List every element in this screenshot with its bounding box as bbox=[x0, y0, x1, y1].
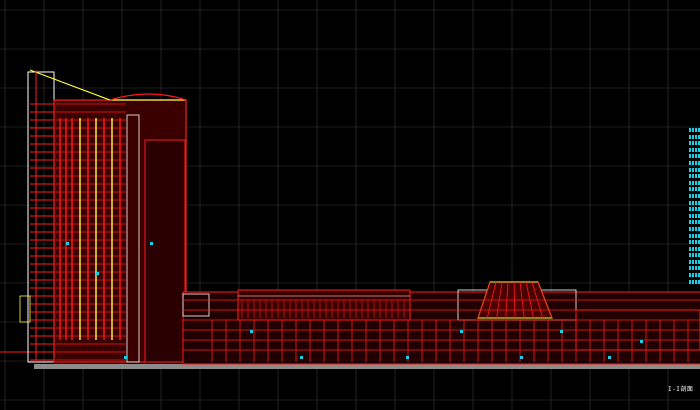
legend-row bbox=[689, 273, 700, 278]
legend-row bbox=[689, 128, 700, 132]
legend-row bbox=[689, 279, 700, 284]
legend-row bbox=[689, 240, 700, 245]
annotation-marker bbox=[96, 272, 99, 275]
tower-crown-arc bbox=[109, 93, 187, 101]
annotation-marker bbox=[300, 356, 303, 359]
legend-row bbox=[689, 226, 700, 231]
legend-row bbox=[689, 160, 700, 165]
annotation-marker bbox=[520, 356, 523, 359]
annotation-marker bbox=[250, 330, 253, 333]
legend-row bbox=[689, 134, 700, 139]
section-title-label: I-I剖面 bbox=[668, 386, 694, 393]
legend-row bbox=[689, 246, 700, 251]
annotation-legend bbox=[689, 128, 700, 286]
legend-row bbox=[689, 220, 700, 225]
annotation-marker bbox=[640, 340, 643, 343]
annotation-marker bbox=[124, 356, 127, 359]
tower bbox=[27, 69, 187, 363]
ground-slab bbox=[34, 364, 700, 369]
annotation-marker bbox=[460, 330, 463, 333]
legend-row bbox=[689, 259, 700, 264]
legend-row bbox=[689, 213, 700, 218]
annotation-marker bbox=[406, 356, 409, 359]
cad-canvas[interactable]: I-I剖面 bbox=[0, 0, 700, 410]
tower-core-left bbox=[27, 71, 55, 363]
legend-row bbox=[689, 174, 700, 179]
podium bbox=[182, 281, 700, 365]
legend-row bbox=[689, 193, 700, 198]
legend-row bbox=[689, 200, 700, 205]
tower-wing bbox=[144, 139, 186, 363]
legend-row bbox=[689, 207, 700, 212]
legend-row bbox=[689, 187, 700, 192]
annotation-marker bbox=[560, 330, 563, 333]
legend-row bbox=[689, 266, 700, 271]
section-elevation-drawing bbox=[0, 69, 700, 369]
legend-row bbox=[689, 167, 700, 172]
annotation-marker bbox=[608, 356, 611, 359]
legend-row bbox=[689, 233, 700, 238]
legend-row bbox=[689, 147, 700, 152]
podium-upper-block bbox=[237, 289, 411, 321]
annotation-marker bbox=[66, 242, 69, 245]
legend-row bbox=[689, 141, 700, 146]
tower-crown bbox=[29, 69, 186, 101]
legend-row bbox=[689, 253, 700, 258]
annotation-marker bbox=[150, 242, 153, 245]
legend-row bbox=[689, 154, 700, 159]
legend-row bbox=[689, 180, 700, 185]
